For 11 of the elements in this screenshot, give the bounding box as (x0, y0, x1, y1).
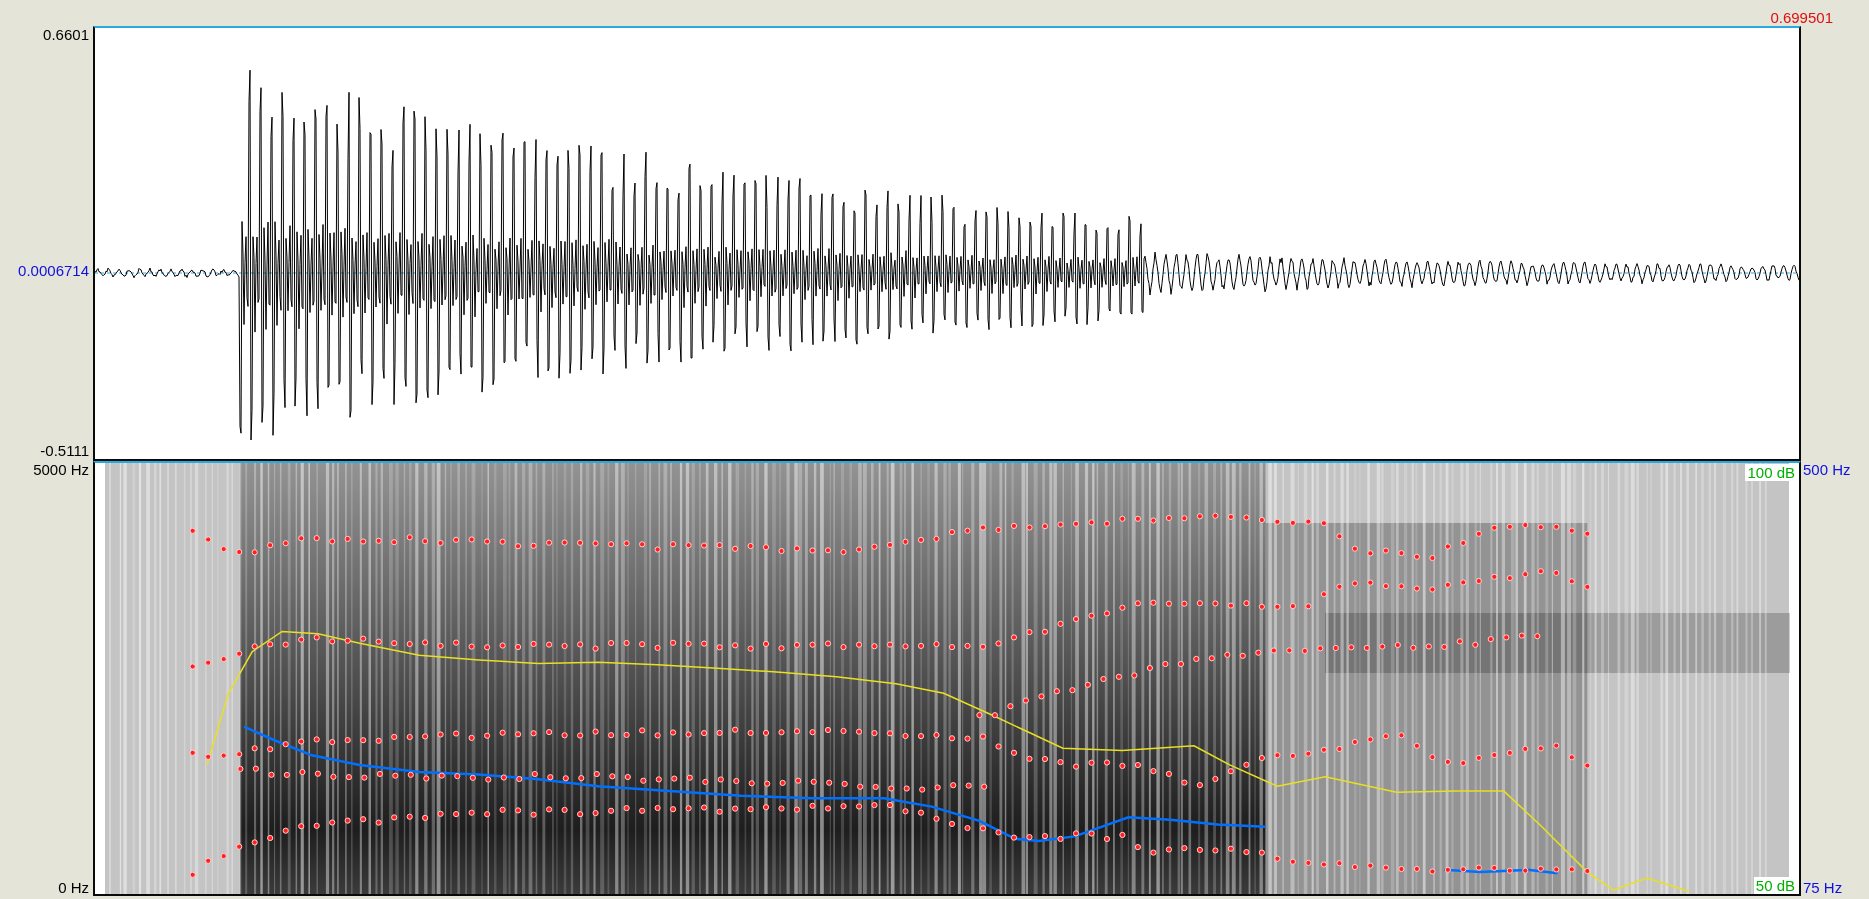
pitch-max-label: 500 Hz (1803, 461, 1851, 478)
intensity-min-label: 50 dB (1753, 877, 1797, 894)
min-frequency-label: 0 Hz (58, 879, 89, 896)
cursor-value-label: 0.0006714 (18, 262, 89, 279)
intensity-max-label: 100 dB (1745, 464, 1797, 481)
max-frequency-label: 5000 Hz (33, 461, 89, 478)
time-end-label: 0.699501 (1770, 9, 1833, 26)
spectrogram-panel[interactable]: 100 dB 50 dB (93, 461, 1801, 896)
pitch-min-label: 75 Hz (1803, 879, 1843, 896)
amplitude-max-label: 0.6601 (43, 26, 89, 43)
amplitude-min-label: -0.5111 (40, 442, 89, 459)
